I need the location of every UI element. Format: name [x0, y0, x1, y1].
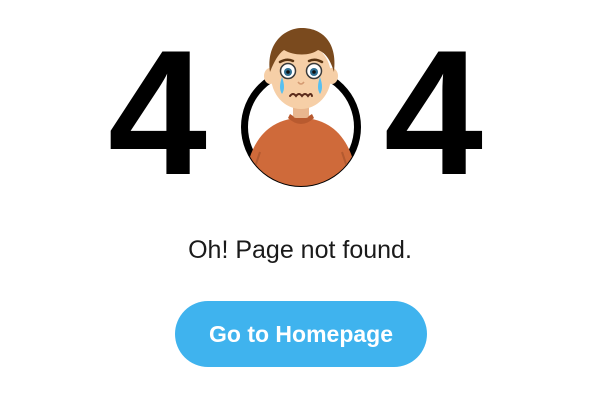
- go-to-homepage-button[interactable]: Go to Homepage: [175, 301, 427, 367]
- sad-boy-crying-icon: [240, 22, 362, 192]
- error-digit-left: 4: [108, 13, 207, 212]
- error-message: Oh! Page not found.: [188, 236, 412, 264]
- error-digit-right: 4: [384, 13, 483, 212]
- error-code: 4 4: [0, 22, 600, 202]
